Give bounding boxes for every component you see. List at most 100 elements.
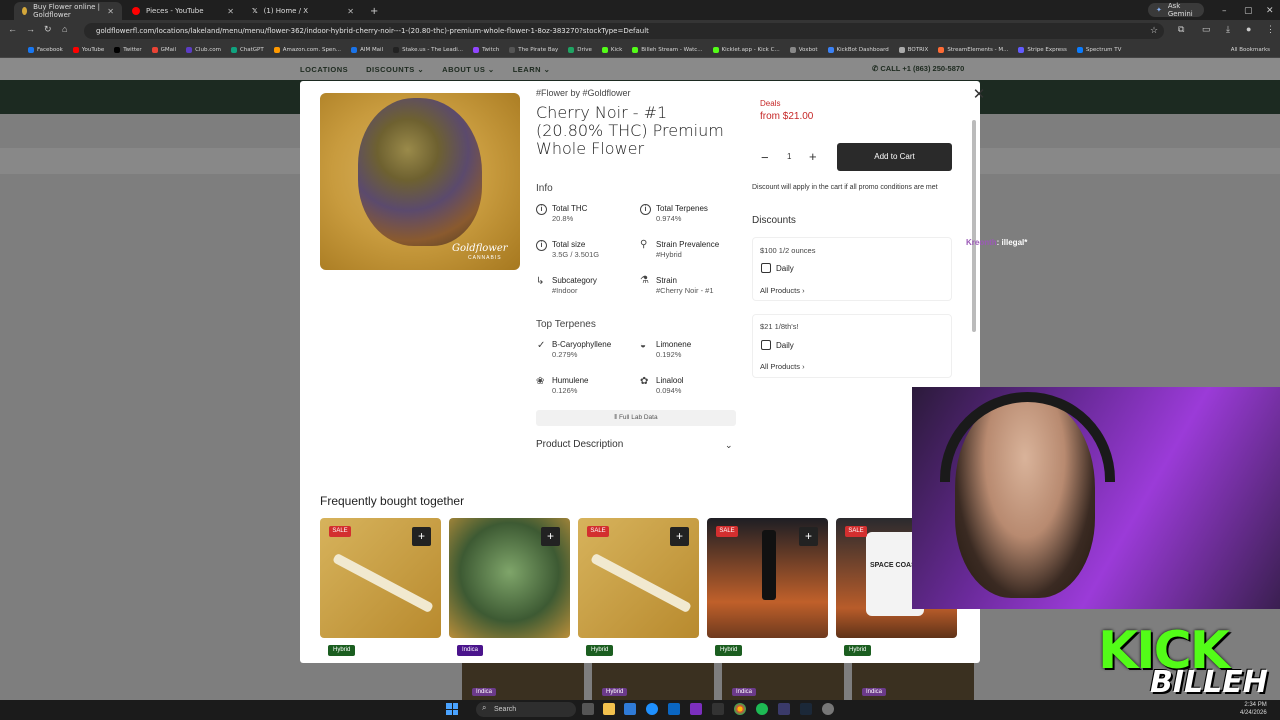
all-bookmarks-button[interactable]: All Bookmarks	[1231, 47, 1280, 53]
bookmark-item[interactable]: Twitter	[114, 46, 142, 53]
forward-icon[interactable]: →	[26, 24, 35, 34]
new-tab-button[interactable]: +	[362, 2, 378, 20]
add-to-cart-plus-button[interactable]: +	[670, 527, 689, 546]
edge-icon[interactable]	[646, 703, 658, 715]
menu-icon[interactable]: ⋮	[1266, 24, 1275, 35]
bookmark-item[interactable]: AIM Mail	[351, 46, 383, 53]
quantity-value[interactable]: 1	[787, 152, 791, 161]
add-to-cart-plus-button[interactable]: +	[412, 527, 431, 546]
taskbar-search[interactable]: Search	[476, 702, 576, 717]
bookmark-item[interactable]: Spectrum TV	[1076, 46, 1121, 53]
thc-value: 20.8%	[552, 214, 574, 223]
size-value: 3.5G / 3.501G	[552, 250, 600, 259]
chat-text: : illegal*	[996, 238, 1028, 247]
add-to-cart-plus-button[interactable]: +	[799, 527, 818, 546]
all-products-link[interactable]: All Products ›	[760, 362, 805, 371]
close-tab-icon[interactable]: ✕	[107, 7, 114, 16]
bookmark-item[interactable]: Stripe Express	[1018, 46, 1067, 53]
obs-icon[interactable]	[690, 703, 702, 715]
subcategory-value[interactable]: #Indoor	[552, 286, 577, 295]
maximize-button[interactable]: ▢	[1236, 2, 1261, 20]
task-view-icon[interactable]	[582, 703, 594, 715]
bookmark-item[interactable]: KickBot Dashboard	[827, 46, 889, 53]
bookmark-item[interactable]: ChatGPT	[230, 46, 264, 53]
bookmark-item[interactable]: Voxbot	[789, 46, 818, 53]
bookmark-star-icon[interactable]: ☆	[1150, 25, 1158, 36]
spotify-icon[interactable]	[756, 703, 768, 715]
modal-scrollbar[interactable]	[972, 120, 976, 332]
home-icon[interactable]: ⌂	[62, 24, 67, 34]
reload-icon[interactable]: ↻	[44, 24, 52, 35]
file-explorer-icon[interactable]	[603, 703, 615, 715]
bookmark-item[interactable]: Kicklet.app - Kick C...	[712, 46, 780, 53]
site-phone[interactable]: ✆ CALL +1 (863) 250-5870	[872, 64, 964, 73]
vape-cartridge-image	[762, 530, 776, 600]
bookmark-item[interactable]: Club.com	[186, 46, 221, 53]
bookmark-item[interactable]: The Pirate Bay	[509, 46, 558, 53]
strain-value[interactable]: #Cherry Noir - #1	[656, 286, 714, 295]
tab-goldflower[interactable]: Buy Flower online | Goldflower ✕	[14, 2, 122, 20]
add-to-cart-plus-button[interactable]: +	[541, 527, 560, 546]
bg-product-card: Indica	[852, 660, 974, 700]
flower-bud-image	[358, 98, 482, 246]
minimize-button[interactable]: –	[1214, 2, 1235, 20]
tab-youtube[interactable]: Pieces - YouTube ✕	[124, 2, 242, 20]
terpene-leaf-icon: ✓	[537, 340, 546, 351]
store-icon[interactable]	[624, 703, 636, 715]
bookmark-favicon-icon	[601, 46, 608, 53]
bookmark-item[interactable]: Kick	[601, 46, 622, 53]
add-to-cart-button[interactable]: Add to Cart	[837, 143, 952, 171]
strain-prevalence-value[interactable]: #Hybrid	[656, 250, 682, 259]
nav-learn[interactable]: LEARN ⌄	[513, 65, 551, 74]
bookmark-item[interactable]: Twitch	[473, 46, 499, 53]
chevron-down-icon[interactable]: ⌄	[725, 440, 733, 451]
window-close-button[interactable]: ✕	[1258, 2, 1280, 20]
close-tab-icon[interactable]: ✕	[347, 7, 354, 16]
nav-locations[interactable]: LOCATIONS	[300, 65, 348, 74]
brand-line[interactable]: #Flower by #Goldflower	[536, 88, 631, 98]
tab-x[interactable]: 𝕏 (1) Home / X ✕	[244, 2, 362, 20]
bookmark-item[interactable]: GMail	[151, 46, 176, 53]
taskbar-clock[interactable]: 2:34 PM 4/24/2026	[1240, 701, 1267, 717]
settings-gear-icon[interactable]	[822, 703, 834, 715]
bookmark-favicon-icon	[898, 46, 905, 53]
bookmark-item[interactable]: Facebook	[28, 46, 63, 53]
outlook-icon[interactable]	[668, 703, 680, 715]
all-products-link[interactable]: All Products ›	[760, 286, 805, 295]
chevron-right-icon: ›	[802, 362, 805, 371]
nav-discounts[interactable]: DISCOUNTS ⌄	[366, 65, 424, 74]
bookmark-item[interactable]: StreamElements - M...	[938, 46, 1008, 53]
decrease-quantity-button[interactable]: −	[761, 150, 769, 165]
strain-prevalence-label: Strain Prevalence	[656, 240, 720, 249]
close-tab-icon[interactable]: ✕	[227, 7, 234, 16]
cast-icon[interactable]: ▭	[1202, 24, 1211, 35]
ask-gemini-button[interactable]: ✦ Ask Gemini	[1148, 2, 1204, 18]
product-description-toggle[interactable]: Product Description	[536, 439, 736, 455]
nav-about[interactable]: ABOUT US ⌄	[442, 65, 495, 74]
extensions-icon[interactable]: ⧉	[1178, 24, 1184, 35]
modal-close-button[interactable]: ✕	[970, 86, 988, 104]
bookmark-favicon-icon	[473, 46, 480, 53]
chat-username: Kreonth	[966, 238, 997, 247]
bookmark-item[interactable]: Billeh Stream - Watc...	[632, 46, 703, 53]
full-lab-data-button[interactable]: ⫴ Full Lab Data	[536, 410, 736, 426]
profile-icon[interactable]: ●	[1246, 24, 1251, 34]
chrome-icon[interactable]	[734, 703, 746, 715]
download-icon[interactable]: ⤓	[1226, 24, 1230, 35]
discount-schedule: Daily	[776, 264, 794, 273]
back-icon[interactable]: ←	[8, 24, 17, 34]
windows-start-icon[interactable]	[446, 703, 458, 715]
increase-quantity-button[interactable]: +	[809, 149, 817, 164]
bookmark-item[interactable]: Amazon.com. Spen...	[273, 46, 341, 53]
terpene-name: Humulene	[552, 376, 589, 385]
size-label: Total size	[552, 240, 586, 249]
bookmark-item[interactable]: Drive	[568, 46, 592, 53]
bookmark-item[interactable]: Stake.us - The Leadi...	[393, 46, 463, 53]
app-icon[interactable]	[778, 703, 790, 715]
terpene-flower-icon: ✿	[640, 376, 649, 387]
bookmark-item[interactable]: BOTRIX	[898, 46, 928, 53]
url-field[interactable]: goldflowerfl.com/locations/lakeland/menu…	[84, 23, 1164, 39]
terminal-icon[interactable]	[712, 703, 724, 715]
bookmark-item[interactable]: YouTube	[72, 46, 104, 53]
steam-icon[interactable]	[800, 703, 812, 715]
